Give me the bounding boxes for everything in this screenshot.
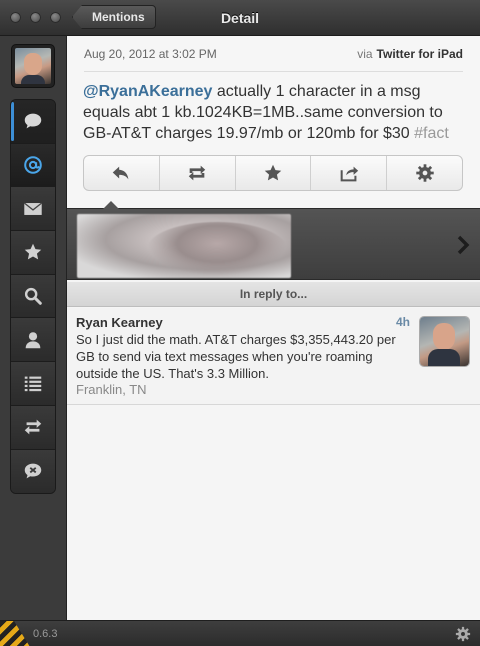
star-icon [264,164,282,181]
window-title: Detail [220,10,260,26]
user-icon [25,331,41,349]
source-link[interactable]: Twitter for iPad [377,47,463,61]
via-label: via [357,47,373,61]
sidebar-item-muted[interactable] [11,449,55,494]
sidebar-nav [10,99,56,495]
reply-text: So I just did the math. AT&T charges $3,… [76,332,396,381]
account-avatar[interactable] [12,45,54,87]
speech-bubble-icon [24,114,42,129]
tweet-detail: Aug 20, 2012 at 3:02 PM via Twitter for i… [67,36,480,208]
favorite-button[interactable] [236,156,312,190]
version-label: 0.6.3 [33,628,58,640]
list-icon [24,377,42,392]
sidebar [0,36,67,620]
reply-button[interactable] [84,156,160,190]
hashtag-link[interactable]: #fact [414,125,449,142]
divider [84,71,463,72]
avatar-image [15,48,51,84]
gear-icon[interactable] [454,625,472,643]
search-icon [24,288,42,305]
media-strip [67,201,480,280]
reply-author-avatar[interactable] [420,317,469,366]
share-button[interactable] [311,156,388,190]
sidebar-item-timeline[interactable] [11,100,55,144]
reply-tweet[interactable]: Ryan Kearney 4h So I just did the math. … [67,308,480,405]
chevron-right-icon[interactable] [456,235,470,255]
bottom-bar: 0.6.3 [0,620,480,646]
at-icon [24,156,42,174]
sidebar-item-mentions[interactable] [11,143,55,188]
gear-icon [415,164,434,182]
media-notch [103,201,119,209]
hazard-stripe-decoration [0,621,30,646]
sidebar-item-lists[interactable] [11,362,55,406]
reply-icon [113,166,129,180]
mention-link[interactable]: @RyanAKearney [83,83,212,100]
sidebar-item-profile[interactable] [11,318,55,363]
tweet-text: @RyanAKearney actually 1 character in a … [83,81,465,144]
tweet-actions [83,155,463,191]
in-reply-to-header: In reply to... [67,282,480,307]
sidebar-item-retweets[interactable] [11,405,55,450]
sidebar-item-messages[interactable] [11,187,55,232]
envelope-icon [23,202,43,215]
sidebar-item-search[interactable] [11,274,55,319]
media-thumbnail[interactable] [77,214,291,278]
settings-button[interactable] [387,156,462,190]
mute-bubble-icon [24,464,42,479]
retweet-icon [188,165,206,181]
share-icon [340,166,358,182]
reply-author-name[interactable]: Ryan Kearney [76,315,163,330]
title-bar: Mentions Detail [0,0,480,36]
star-icon [24,244,42,260]
sidebar-item-favorites[interactable] [11,231,55,275]
detail-panel: Aug 20, 2012 at 3:02 PM via Twitter for i… [67,36,480,620]
tweet-date: Aug 20, 2012 at 3:02 PM [84,47,217,61]
reply-timestamp: 4h [396,315,411,329]
retweet-button[interactable] [160,156,236,190]
reply-location: Franklin, TN [76,382,147,397]
tweet-source: via Twitter for iPad [357,47,463,61]
retweet-icon [24,419,42,435]
